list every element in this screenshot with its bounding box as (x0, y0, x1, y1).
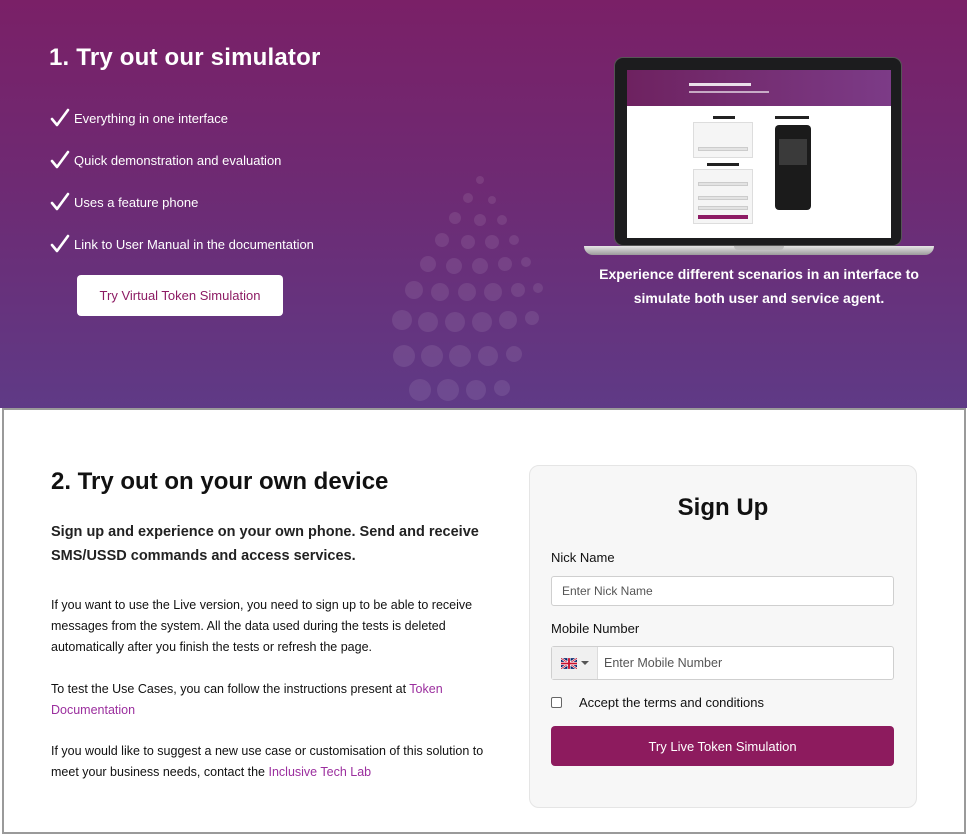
screenshot-agent-card (693, 169, 753, 224)
checkmark-icon (50, 150, 70, 169)
simulator-caption: Experience different scenarios in an int… (599, 266, 919, 306)
feature-item: Link to User Manual in the documentation (50, 223, 314, 265)
signup-title: Sign Up (677, 494, 769, 521)
own-device-lead: Sign up and experience on your own phone… (51, 524, 479, 564)
screenshot-customer-card (693, 122, 753, 158)
inclusive-tech-lab-link[interactable]: Inclusive Tech Lab (269, 765, 372, 779)
laptop-lid (614, 57, 902, 246)
terms-label: Accept the terms and conditions (579, 695, 764, 710)
feature-item: Quick demonstration and evaluation (50, 139, 314, 181)
mobile-number-field (551, 646, 894, 680)
live-version-paragraph: If you want to use the Live version, you… (51, 598, 473, 654)
uk-flag-icon (560, 657, 577, 669)
checkmark-icon (50, 108, 70, 127)
terms-checkbox[interactable] (551, 697, 562, 708)
contact-paragraph: If you would like to suggest a new use c… (51, 741, 491, 783)
feature-list: Everything in one interface Quick demons… (50, 97, 314, 265)
mobile-number-label: Mobile Number (551, 621, 640, 636)
mobile-number-input[interactable] (598, 647, 893, 679)
feature-label: Uses a feature phone (74, 194, 199, 210)
feature-label: Everything in one interface (74, 110, 228, 126)
own-device-title: 2. Try out on your own device (51, 468, 389, 495)
simulator-title: 1. Try out our simulator (49, 44, 321, 71)
own-device-section: 2. Try out on your own device Sign up an… (2, 408, 966, 834)
feature-item: Uses a feature phone (50, 181, 314, 223)
use-cases-text: To test the Use Cases, you can follow th… (51, 682, 410, 696)
laptop-preview-image (584, 57, 934, 257)
feature-label: Quick demonstration and evaluation (74, 152, 282, 168)
use-cases-paragraph: To test the Use Cases, you can follow th… (51, 679, 491, 721)
simulator-section: 1. Try out our simulator Everything in o… (0, 0, 967, 408)
terms-row: Accept the terms and conditions (551, 695, 764, 710)
feature-item: Everything in one interface (50, 97, 314, 139)
simulator-screenshot (627, 70, 891, 238)
try-live-simulation-button[interactable]: Try Live Token Simulation (551, 726, 894, 766)
screenshot-feature-phone (775, 125, 811, 210)
checkmark-icon (50, 234, 70, 253)
signup-card: Sign Up Nick Name Mobile Number Accept t… (529, 465, 917, 808)
nick-name-input[interactable] (551, 576, 894, 606)
checkmark-icon (50, 192, 70, 211)
nick-name-label: Nick Name (551, 550, 615, 565)
chevron-down-icon (580, 661, 589, 665)
country-code-dropdown[interactable] (552, 647, 598, 679)
screenshot-header (627, 70, 891, 106)
try-virtual-simulation-button[interactable]: Try Virtual Token Simulation (77, 275, 283, 316)
laptop-notch (734, 246, 784, 250)
feature-label: Link to User Manual in the documentation (74, 236, 314, 252)
contact-text: If you would like to suggest a new use c… (51, 744, 484, 779)
